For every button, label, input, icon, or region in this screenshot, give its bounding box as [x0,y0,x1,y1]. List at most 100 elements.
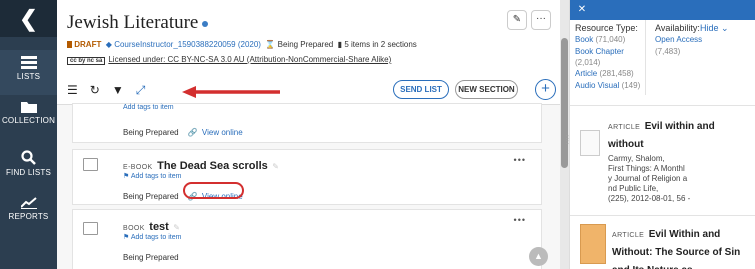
item-status-row: Being Prepared [123,247,179,265]
search-result[interactable]: :::: ARTICLE Evil within and without Car… [566,105,755,213]
book-icon [83,222,98,235]
facet-label: Open Access [655,35,703,44]
license-line: cc by nc sa Licensed under: CC BY-NC-SA 3… [67,55,391,65]
add-tags-link[interactable]: ⚑ Add tags to item [123,233,181,241]
facet-label: Book Chapter [575,47,624,56]
license-link[interactable]: Licensed under: CC BY-NC-SA 3.0 AU (Attr… [108,55,391,64]
facet-label: Article [575,69,598,78]
search-result[interactable]: ARTICLE Evil Within and Without: The Sou… [570,215,755,269]
item-status-row: Being Prepared 🔗 View online [123,122,243,140]
new-section-button[interactable]: NEW SECTION [455,80,518,99]
list-item[interactable]: E-BOOK The Dead Sea scrolls ✎ ⚑ Add tags… [72,149,542,205]
items-count: 5 items in 2 sections [344,40,417,49]
list-item[interactable]: BOOK test ✎ ⚑ Add tags to item Being Pre… [72,209,542,269]
facet-book-chapter[interactable]: Book Chapter [575,47,624,56]
book-icon [83,158,98,171]
add-tags-link[interactable]: ⚑ Add tags to item [123,172,181,180]
result-body: ARTICLE Evil within and without Carmy, S… [608,116,753,204]
result-detail-line: y Journal of Religion a [608,174,688,183]
drag-handle[interactable]: :::: [566,135,569,146]
scrollbar-thumb[interactable] [561,38,568,168]
list-toolbar: ☰ ↻ ▼ ⤢ [67,80,145,100]
item-title[interactable]: The Dead Sea scrolls [157,160,268,172]
edit-item-icon[interactable]: ✎ [173,223,180,232]
status-badge: DRAFT [74,40,102,49]
refresh-icon[interactable]: ↻ [90,83,100,97]
list-items: Add tags to item Being Prepared 🔗 View o… [57,103,560,269]
close-icon[interactable]: ✕ [575,3,589,17]
nav-item-find-lists[interactable]: FIND LISTS [0,150,57,190]
filter-icon[interactable]: ▼ [112,83,124,97]
pencil-icon: ✎ [512,14,522,25]
result-detail-line: (225), 2012-08-01, 56 - [608,194,691,203]
course-link[interactable]: CourseInstructor_1590388220059 (2020) [114,40,261,49]
facet-count: (2,014) [575,58,601,67]
panel-header: ✕ [570,0,755,20]
more-button[interactable]: ··· [531,10,551,30]
list-icon [20,56,37,69]
list-header: Jewish Literature DRAFT ◆ CourseInstruct… [57,0,560,105]
edit-item-icon[interactable]: ✎ [272,162,279,171]
add-tags-label: Add tags to item [130,173,182,180]
item-more-button[interactable]: ••• [514,155,526,165]
edit-button[interactable]: ✎ [507,10,527,30]
result-thumbnail [580,130,600,156]
facet-article[interactable]: Article (281,458) [575,69,634,78]
chart-icon [20,197,37,209]
nav-label: LISTS [16,72,41,81]
nav-item-reports[interactable]: REPORTS [0,196,57,236]
draft-icon [67,41,72,48]
result-thumbnail [580,224,606,264]
search-icon [21,150,36,165]
item-status: Being Prepared [123,192,179,201]
facet-divider [645,20,646,95]
result-detail-line: nd Public Life, [608,184,659,193]
add-tags-link[interactable]: Add tags to item [123,104,174,111]
search-panel: ✕ Resource Type: Availability: Hide ⌄ Bo… [566,0,755,269]
annotation-arrow [182,86,280,98]
scroll-top-button[interactable]: ▲ [529,247,548,266]
nav-item-collection[interactable]: COLLECTION [0,100,57,140]
resource-type-heading: Resource Type: [575,23,638,33]
cc-license-badge: cc by nc sa [67,57,106,65]
main-panel: Jewish Literature DRAFT ◆ CourseInstruct… [57,0,560,269]
info-icon[interactable] [202,20,209,27]
expand-icon[interactable]: ⤢ [136,83,146,98]
nav-label: REPORTS [8,212,49,221]
hide-facets-link[interactable]: Hide ⌄ [700,23,729,34]
nav-item-lists[interactable]: LISTS [0,50,57,95]
facet-count: (149) [621,81,641,90]
annotation-circle [183,182,244,199]
send-list-button[interactable]: SEND LIST [393,80,449,99]
availability-heading: Availability: [655,23,700,33]
back-button[interactable]: ❮ [0,0,57,37]
result-type: ARTICLE [612,232,645,239]
facet-label: Book [575,35,594,44]
chevron-left-icon: ❮ [19,6,38,31]
result-type: ARTICLE [608,124,641,131]
hourglass-icon: ⌛ [265,40,276,49]
list-view-icon[interactable]: ☰ [67,83,78,97]
link-icon: 🔗 [187,128,198,137]
view-online-link[interactable]: View online [202,128,243,137]
facet-book-chapter-count: (2,014) [575,58,600,67]
item-status: Being Prepared [123,253,179,262]
list-state: Being Prepared [277,40,334,49]
facet-book[interactable]: Book (71,040) [575,35,625,44]
result-body: ARTICLE Evil Within and Without: The Sou… [612,224,754,269]
result-title-row: ARTICLE Evil within and without [608,116,753,152]
item-more-button[interactable]: ••• [514,215,526,225]
item-type: BOOK [123,225,145,232]
list-item: Add tags to item Being Prepared 🔗 View o… [72,103,542,143]
facet-count: (7,483) [655,47,681,56]
facet-audio-visual[interactable]: Audio Visual (149) [575,81,640,90]
add-button[interactable]: + [535,79,556,100]
item-title[interactable]: test [149,221,169,233]
items-icon: ▮ [337,40,343,49]
facet-open-access[interactable]: Open Access [655,35,702,44]
facet-count: (281,458) [599,69,634,78]
item-type: E-BOOK [123,164,153,171]
result-detail-line: First Things: A Monthl [608,164,685,173]
more-horizontal-icon: ··· [536,13,546,24]
folder-icon [20,102,37,113]
